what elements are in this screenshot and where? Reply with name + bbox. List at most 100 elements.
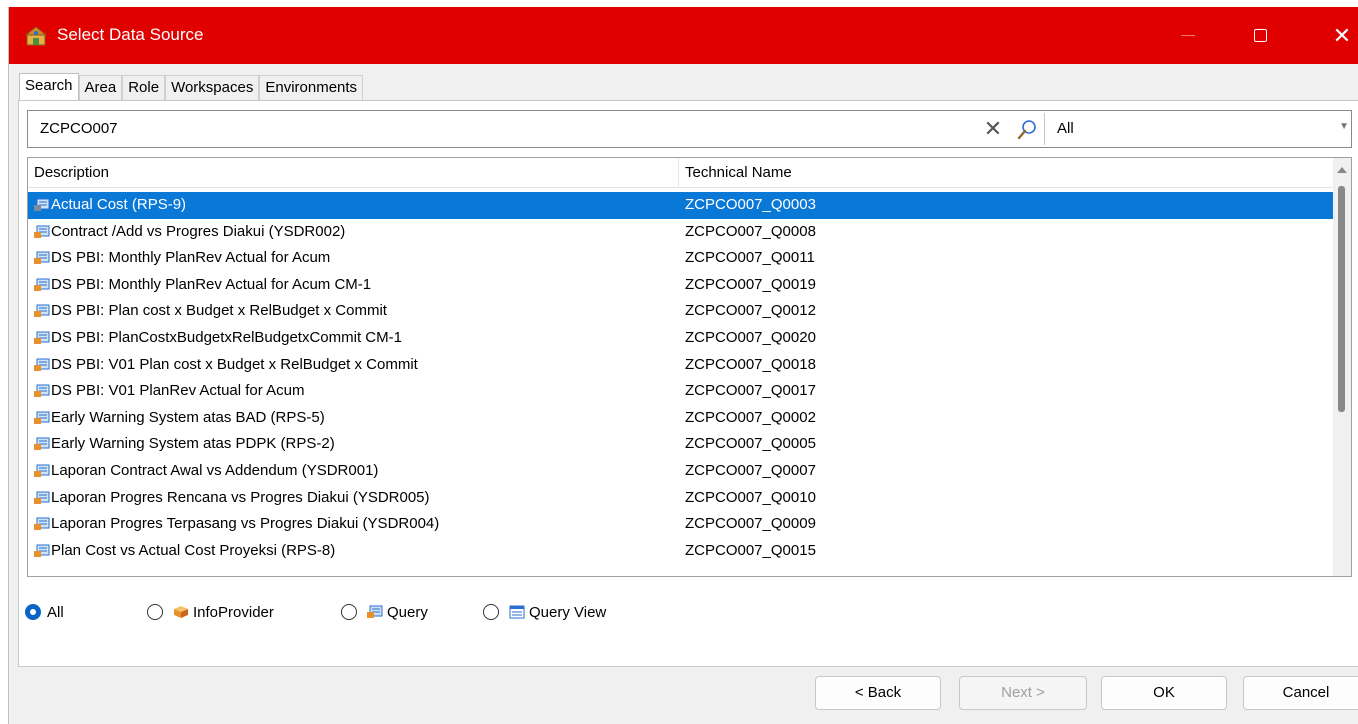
list-item[interactable]: Plan Cost vs Actual Cost Proyeksi (RPS-8…	[28, 538, 1333, 565]
ok-button[interactable]: OK	[1101, 676, 1227, 710]
column-header-technical-name[interactable]: Technical Name	[679, 158, 1333, 188]
search-scope-select[interactable]: All ▼	[1044, 113, 1353, 145]
chevron-down-icon: ▼	[1339, 121, 1349, 132]
query-icon	[34, 331, 50, 344]
list-item[interactable]: DS PBI: V01 Plan cost x Budget x RelBudg…	[28, 352, 1333, 379]
tab-strip: Search Area Role Workspaces Environments	[19, 73, 364, 101]
query-icon	[367, 605, 383, 618]
row-description: Contract /Add vs Progres Diakui (YSDR002…	[51, 222, 346, 240]
dialog-title: Select Data Source	[57, 25, 204, 44]
radio-query[interactable]: Query	[341, 601, 428, 623]
radio-query-view-label: Query View	[529, 603, 607, 621]
list-item[interactable]: DS PBI: V01 PlanRev Actual for Acum ZCPCO…	[28, 378, 1333, 405]
row-technical-name: ZCPCO007_Q0015	[685, 541, 816, 559]
row-description: Early Warning System atas BAD (RPS-5)	[51, 408, 325, 426]
query-icon	[34, 278, 50, 291]
radio-query-indicator[interactable]	[341, 604, 357, 620]
scroll-up-icon[interactable]	[1337, 167, 1347, 173]
row-technical-name: ZCPCO007_Q0009	[685, 515, 816, 533]
query-icon	[34, 198, 50, 211]
maximize-button[interactable]	[1237, 7, 1283, 64]
row-technical-name: ZCPCO007_Q0018	[685, 355, 816, 373]
query-icon	[34, 491, 50, 504]
row-description: DS PBI: V01 Plan cost x Budget x RelBudg…	[51, 355, 418, 373]
scroll-thumb[interactable]	[1338, 186, 1345, 412]
list-item[interactable]: Actual Cost (RPS-9) ZCPCO007_Q0003	[28, 192, 1333, 219]
type-filter-group: All InfoProvider Query Query View	[19, 591, 1358, 631]
minimize-icon	[1181, 35, 1195, 36]
results-list[interactable]: Description Technical Name Actual Cost (…	[27, 157, 1352, 577]
cube-icon	[174, 606, 188, 618]
query-icon	[34, 304, 50, 318]
row-technical-name: ZCPCO007_Q0007	[685, 461, 816, 479]
list-item[interactable]: Early Warning System atas BAD (RPS-5) ZCP…	[28, 405, 1333, 432]
column-header-description[interactable]: Description	[28, 158, 679, 188]
row-description: Laporan Progres Terpasang vs Progres Dia…	[51, 515, 440, 533]
query-icon	[34, 384, 50, 398]
list-header: Description Technical Name	[28, 158, 1333, 188]
vertical-scrollbar[interactable]	[1333, 158, 1351, 576]
query-icon	[34, 517, 50, 531]
row-technical-name: ZCPCO007_Q0012	[685, 302, 816, 320]
list-item[interactable]: Contract /Add vs Progres Diakui (YSDR002…	[28, 219, 1333, 246]
query-view-icon	[509, 605, 525, 619]
tab-environments[interactable]: Environments	[259, 75, 364, 101]
query-icon	[34, 411, 50, 424]
query-icon	[34, 358, 50, 371]
row-technical-name: ZCPCO007_Q0002	[685, 408, 816, 426]
row-description: Actual Cost (RPS-9)	[51, 196, 187, 213]
tab-search[interactable]: Search	[19, 73, 79, 101]
list-item[interactable]: Laporan Progres Rencana vs Progres Diaku…	[28, 485, 1333, 512]
cancel-button[interactable]: Cancel	[1243, 676, 1358, 710]
clear-icon[interactable]: ✕	[983, 118, 1003, 140]
minimize-button[interactable]	[1165, 7, 1211, 64]
radio-all[interactable]: All	[25, 601, 64, 623]
list-item[interactable]: DS PBI: PlanCostxBudgetxRelBudgetxCommit…	[28, 325, 1333, 352]
list-item[interactable]: Laporan Contract Awal vs Addendum (YSDR0…	[28, 458, 1333, 485]
next-button[interactable]: Next >	[959, 676, 1087, 710]
list-item[interactable]: Laporan Progres Terpasang vs Progres Dia…	[28, 511, 1333, 538]
radio-all-indicator[interactable]	[25, 604, 41, 620]
search-scope-value: All	[1057, 120, 1074, 137]
query-icon	[34, 544, 50, 557]
row-technical-name: ZCPCO007_Q0010	[685, 488, 816, 506]
radio-all-label: All	[47, 603, 64, 621]
row-description: DS PBI: Plan cost x Budget x RelBudget x…	[51, 302, 387, 320]
query-icon	[34, 437, 50, 451]
row-description: Early Warning System atas PDPK (RPS-2)	[51, 435, 335, 453]
search-input[interactable]: ZCPCO007 ✕ All ▼	[27, 110, 1352, 148]
row-technical-name: ZCPCO007_Q0011	[685, 249, 815, 267]
radio-infoprovider[interactable]: InfoProvider	[147, 601, 274, 623]
list-item-partial[interactable]	[28, 564, 1333, 576]
query-icon	[34, 464, 50, 477]
tab-area[interactable]: Area	[78, 75, 123, 101]
row-technical-name: ZCPCO007_Q0008	[685, 222, 816, 240]
row-technical-name: ZCPCO007_Q0020	[685, 328, 816, 346]
row-technical-name: ZCPCO007_Q0019	[685, 275, 816, 293]
list-item[interactable]: DS PBI: Monthly PlanRev Actual for Acum …	[28, 272, 1333, 299]
tab-workspaces[interactable]: Workspaces	[165, 75, 260, 101]
search-icon[interactable]	[1016, 119, 1038, 141]
row-description: DS PBI: Monthly PlanRev Actual for Acum	[51, 249, 331, 267]
row-description: Plan Cost vs Actual Cost Proyeksi (RPS-8…	[51, 541, 336, 559]
row-description: DS PBI: PlanCostxBudgetxRelBudgetxCommit…	[51, 328, 402, 346]
select-data-source-dialog: Select Data Source ✕ Search Area Role Wo…	[8, 7, 1358, 724]
row-technical-name: ZCPCO007_Q0005	[685, 435, 816, 453]
row-description: Laporan Progres Rencana vs Progres Diaku…	[51, 488, 430, 506]
row-description: Laporan Contract Awal vs Addendum (YSDR0…	[51, 461, 379, 479]
radio-infoprovider-indicator[interactable]	[147, 604, 163, 620]
close-button[interactable]: ✕	[1319, 7, 1358, 64]
back-button[interactable]: < Back	[815, 676, 941, 710]
app-icon	[25, 26, 47, 46]
radio-query-view[interactable]: Query View	[483, 601, 606, 623]
search-tab-panel: ZCPCO007 ✕ All ▼ Description Technical N…	[18, 100, 1358, 667]
query-icon	[34, 225, 50, 238]
title-bar[interactable]: Select Data Source ✕	[9, 7, 1358, 64]
maximize-icon	[1253, 29, 1267, 42]
list-item[interactable]: DS PBI: Plan cost x Budget x RelBudget x…	[28, 298, 1333, 325]
tab-role[interactable]: Role	[122, 75, 166, 101]
list-item[interactable]: Early Warning System atas PDPK (RPS-2) ZC…	[28, 431, 1333, 458]
row-technical-name: ZCPCO007_Q0003	[685, 196, 816, 213]
radio-query-view-indicator[interactable]	[483, 604, 499, 620]
list-item[interactable]: DS PBI: Monthly PlanRev Actual for Acum Z…	[28, 245, 1333, 272]
